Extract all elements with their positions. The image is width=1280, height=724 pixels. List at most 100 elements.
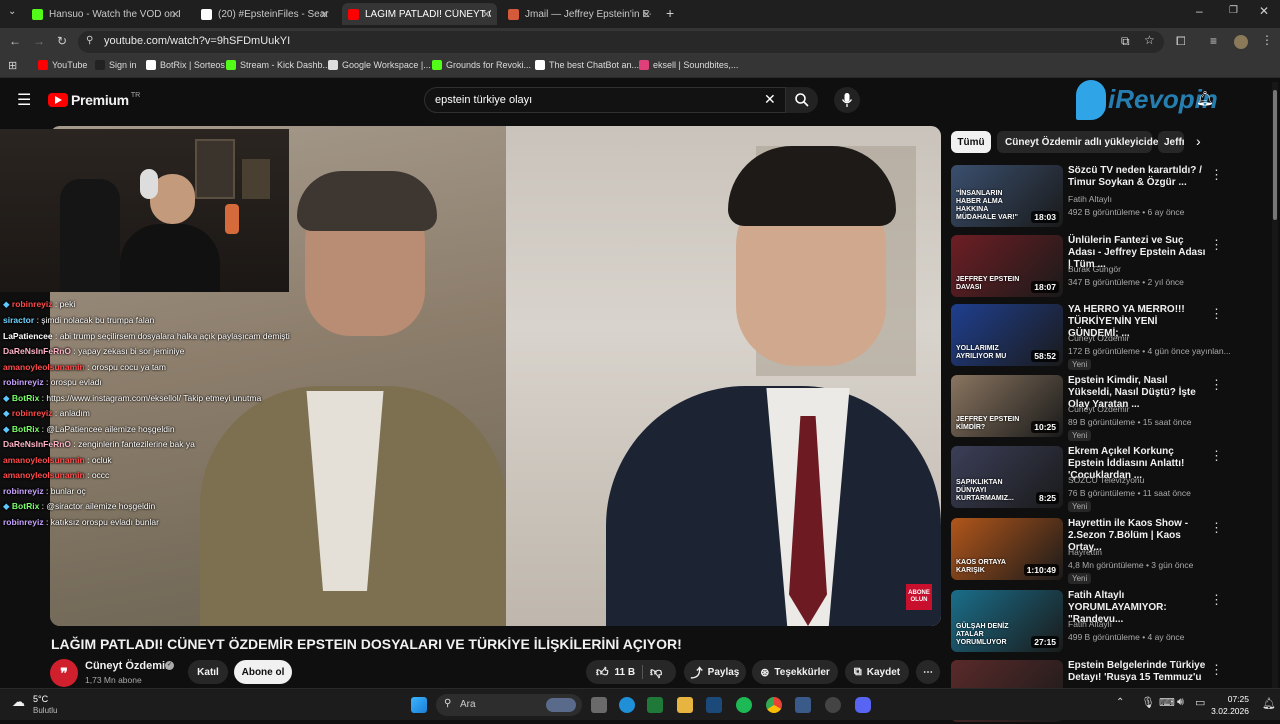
recommended-video[interactable]: "İNSANLARIN HABER ALMA HAKKINA MÜDAHALE … [951,165,1231,229]
reload-icon[interactable]: ↻ [57,34,67,48]
discord-icon[interactable] [855,697,871,713]
more-options-icon[interactable]: ⋮ [1210,167,1223,183]
recommended-video[interactable]: SAPIKLIKTAN DÜNYAYI KURTARMAMIZ... 8:25 Ek… [951,446,1231,512]
network-icon[interactable]: ⌨︎ [1159,696,1175,709]
new-tab-button[interactable]: + [666,5,674,21]
forward-icon[interactable]: → [33,34,45,48]
restore-icon[interactable]: ❐ [1229,5,1238,16]
taskbar-search[interactable]: ⚲ Ara [436,694,582,716]
video-thumbnail[interactable]: YOLLARIMIZ AYRILIYOR MU 58:52 [951,304,1063,366]
tray-expand-icon[interactable]: ⌃ [1116,697,1124,708]
chip-next-icon[interactable]: › [1196,133,1201,149]
bookmark-star-icon[interactable]: ☆ [1144,33,1155,47]
clock-date[interactable]: 3.02.2026 [1205,706,1249,716]
recommended-title[interactable]: Sözcü TV neden karartıldı? / Timur Soyka… [1068,165,1208,189]
chip-all[interactable]: Tümü [951,131,991,153]
address-bar[interactable]: ⚲ youtube.com/watch?v=9hSFDmUukYI ⧉ ☆ [78,31,1164,53]
close-window-icon[interactable]: ✕ [1259,4,1269,18]
weather-icon[interactable]: ☁︎ [12,694,25,710]
more-options-icon[interactable]: ⋮ [1210,237,1223,253]
close-tab-icon[interactable]: ✕ [320,8,329,21]
excel-icon[interactable] [647,697,663,713]
more-options-icon[interactable]: ⋮ [1210,520,1223,536]
volume-icon[interactable]: 🔊︎ [1177,696,1184,709]
clear-search-icon[interactable]: ✕ [764,91,776,108]
reading-list-icon[interactable]: ≡ [1210,34,1217,48]
bookmark-item[interactable]: BotRix | Sorteos [146,60,225,70]
more-options-icon[interactable]: ⋮ [1210,662,1223,678]
install-app-icon[interactable]: ⧉ [1121,34,1130,49]
apps-grid-icon[interactable]: ⊞ [8,59,17,72]
recommended-video[interactable]: YOLLARIMIZ AYRILIYOR MU 58:52 YA HERRO YA … [951,304,1231,370]
video-thumbnail[interactable]: GÜLŞAH DENİZ ATALAR YORUMLUYOR 27:15 [951,590,1063,652]
tab-search-icon[interactable]: ⌄ [8,6,16,17]
browser-tab[interactable]: Hansuo - Watch the VOD on Ki ✕ [26,3,186,25]
scrollbar-thumb[interactable] [1273,90,1277,220]
search-input[interactable]: epstein türkiye olayı ✕ [424,87,786,113]
spotify-icon[interactable] [736,697,752,713]
site-info-icon[interactable]: ⚲ [86,35,93,46]
chip-uploader[interactable]: Cüneyt Özdemir adlı yükleyiciden [997,131,1165,153]
steam-icon[interactable] [706,697,722,713]
browser-tab[interactable]: (20) #EpsteinFiles - Search / X✕ [195,3,335,25]
channel-avatar[interactable]: ❞ [50,659,78,687]
task-view-icon[interactable] [591,697,607,713]
recommended-video[interactable]: JEFFREY EPSTEIN KİMDİR? 10:25 Epstein Kimd… [951,375,1231,441]
recommended-channel[interactable]: Cüneyt Özdemir [1068,404,1129,414]
recommended-channel[interactable]: SÖZCÜ Televizyonu [1068,475,1144,485]
recommended-video[interactable]: GÜLŞAH DENİZ ATALAR YORUMLUYOR 27:15 Fatih… [951,590,1231,654]
bookmark-item[interactable]: The best ChatBot an... [535,60,639,70]
subscribe-button[interactable]: Abone ol [234,660,292,684]
more-actions-button[interactable]: ⋯ [916,660,940,684]
channel-name[interactable]: Cüneyt Özdemir [85,660,169,672]
save-button[interactable]: ⧉ Kaydet [845,660,909,684]
browser-menu-icon[interactable]: ⋮ [1261,33,1273,47]
join-button[interactable]: Katıl [188,660,228,684]
more-options-icon[interactable]: ⋮ [1210,377,1223,393]
extensions-icon[interactable]: ⧠ [1176,34,1186,49]
share-button[interactable]: ⤴ Paylaş [684,660,746,684]
browser-tab[interactable]: Jmail — Jeffrey Epstein'in E-po ✕ [502,3,657,25]
bookmark-item[interactable]: eksell | Soundbites,... [639,60,738,70]
obs-icon[interactable] [825,697,841,713]
recommended-channel[interactable]: Fatih Altaylı [1068,194,1112,204]
video-thumbnail[interactable]: "İNSANLARIN HABER ALMA HAKKINA MÜDAHALE … [951,165,1063,227]
like-count[interactable]: 11 B [615,667,636,678]
subscribe-overlay-badge[interactable]: ABONE OLUN [906,584,932,610]
more-options-icon[interactable]: ⋮ [1210,448,1223,464]
start-button-icon[interactable] [411,697,427,713]
recommended-channel[interactable]: Burak Güngör [1068,264,1121,274]
video-thumbnail[interactable]: JEFFREY EPSTEIN KİMDİR? 10:25 [951,375,1063,437]
chrome-icon[interactable] [766,697,782,713]
recommended-video[interactable]: KAOS ORTAYA KARIŞIK 1:10:49 Hayrettin ile … [951,518,1231,584]
notifications-bell-icon[interactable]: 🔔︎ [1196,90,1214,107]
youtube-logo[interactable]: Premium TR [48,92,140,108]
thanks-button[interactable]: ⊛ Teşekkürler [752,660,838,684]
close-tab-icon[interactable]: ✕ [171,8,180,21]
edge-icon[interactable] [619,697,635,713]
notification-center-icon[interactable]: 🔔︎ [1262,697,1276,710]
video-thumbnail[interactable]: KAOS ORTAYA KARIŞIK 1:10:49 [951,518,1063,580]
recommended-video[interactable]: JEFFREY EPSTEIN DAVASI 18:07 Ünlülerin Fan… [951,235,1231,299]
file-explorer-icon[interactable] [677,697,693,713]
chip-jeffrey[interactable]: Jeffr [1158,131,1184,153]
hamburger-menu-icon[interactable]: ☰ [17,90,31,110]
dislike-icon[interactable]: 👎︎ [650,665,662,680]
video-thumbnail[interactable]: SAPIKLIKTAN DÜNYAYI KURTARMAMIZ... 8:25 [951,446,1063,508]
search-button[interactable] [786,87,818,113]
video-thumbnail[interactable]: JEFFREY EPSTEIN DAVASI 18:07 [951,235,1063,297]
recommended-channel[interactable]: Cüneyt Özdemir [1068,333,1129,343]
more-options-icon[interactable]: ⋮ [1210,592,1223,608]
bookmark-item[interactable]: Stream - Kick Dashb... [226,60,330,70]
battery-icon[interactable]: ▭ [1195,696,1205,709]
recommended-channel[interactable]: Hayrettin [1068,547,1102,557]
bookmark-item[interactable]: YouTube [38,60,87,70]
microphone-tray-icon[interactable]: 🎙︎ [1141,696,1155,709]
browser-tab[interactable]: LAĞIM PATLADI! CÜNEYT Ö ✕ [342,3,497,25]
profile-avatar[interactable] [1234,35,1248,49]
recommended-channel[interactable]: Fatih Altaylı [1068,619,1112,629]
more-options-icon[interactable]: ⋮ [1210,306,1223,322]
bookmark-item[interactable]: Grounds for Revoki... [432,60,531,70]
close-tab-icon[interactable]: ✕ [482,8,491,21]
close-tab-icon[interactable]: ✕ [642,8,651,21]
